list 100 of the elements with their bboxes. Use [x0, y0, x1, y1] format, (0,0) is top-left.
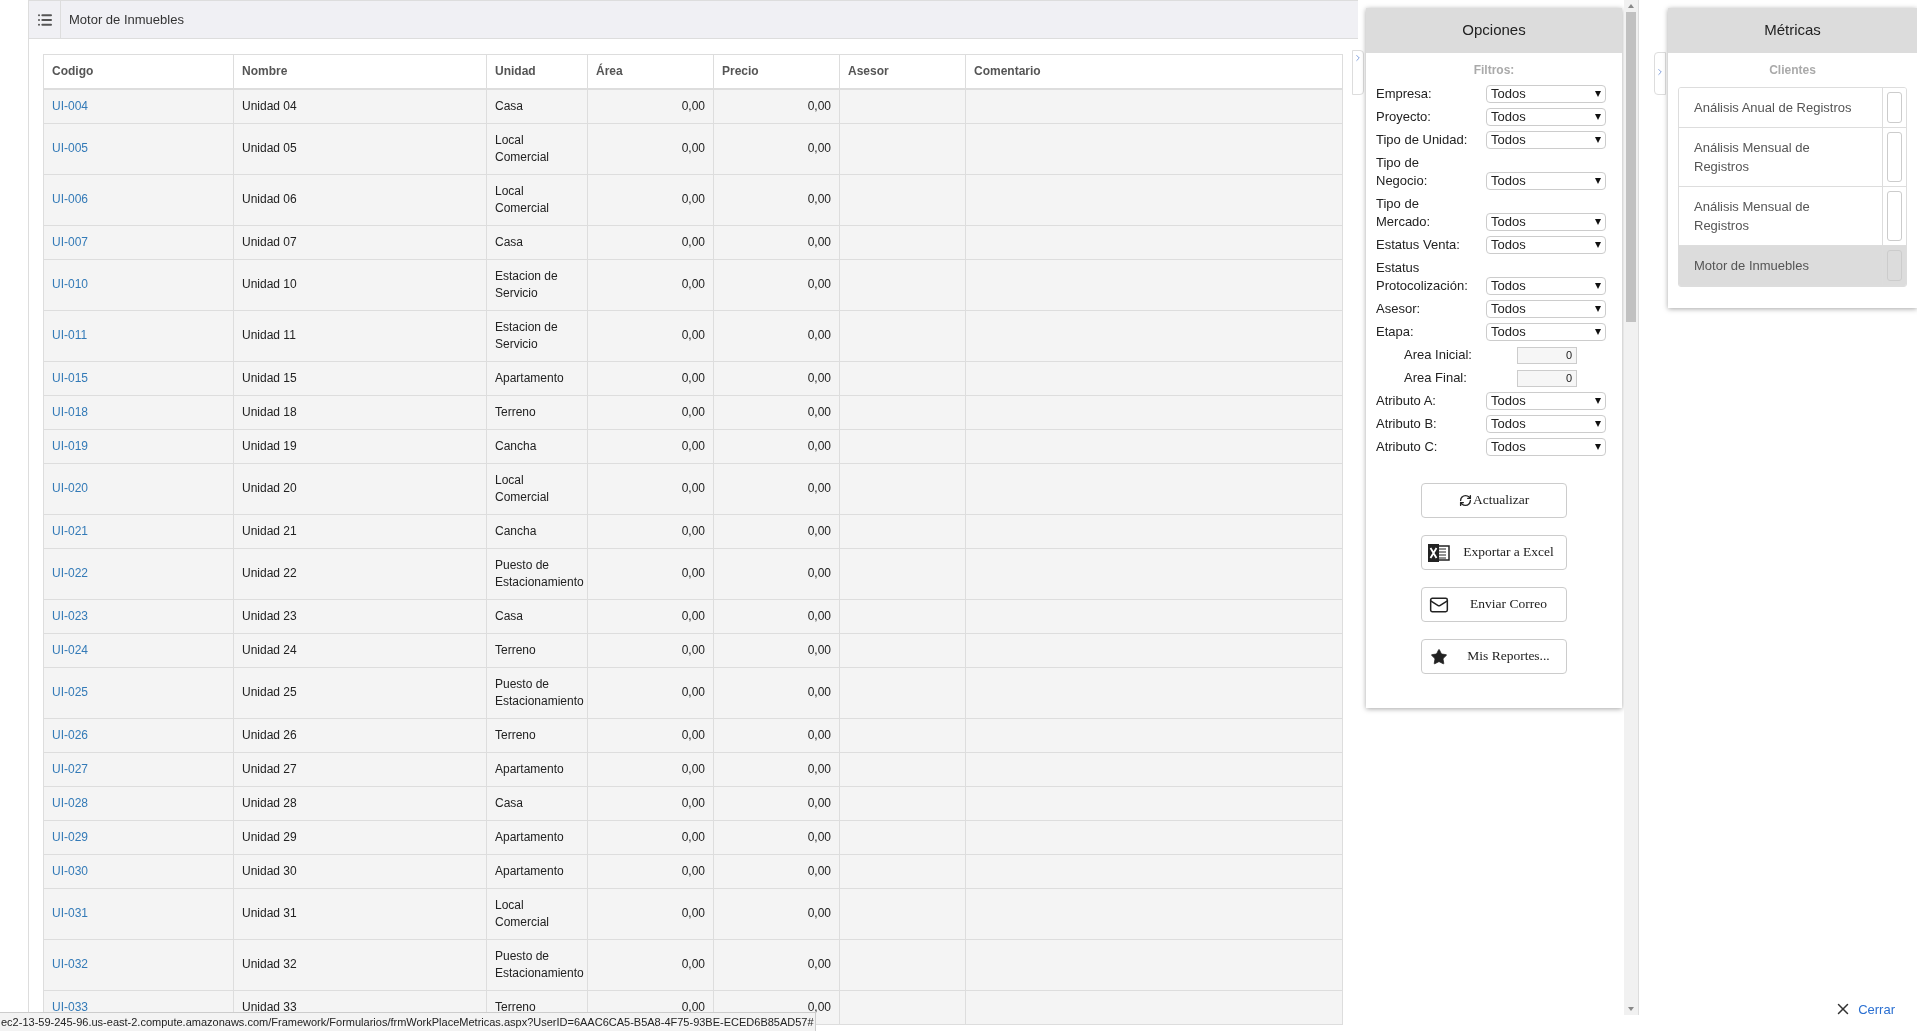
filter-label: Atributo B:: [1376, 415, 1438, 433]
code-link[interactable]: UI-006: [52, 192, 89, 206]
column-header[interactable]: Unidad: [486, 54, 588, 89]
table-cell: Unidad 18: [233, 395, 487, 429]
code-link[interactable]: UI-019: [52, 438, 89, 453]
code-link[interactable]: UI-011: [52, 328, 88, 342]
table-cell: 0,00: [713, 599, 840, 633]
table-cell: 0,00: [713, 718, 840, 752]
table-cell: 0,00: [587, 939, 714, 990]
table-cell: 0,00: [587, 718, 714, 752]
column-header[interactable]: Asesor: [839, 54, 966, 89]
code-link[interactable]: UI-025: [52, 685, 89, 699]
code-link[interactable]: UI-033: [52, 999, 89, 1014]
collapse-tab[interactable]: [1654, 52, 1666, 95]
table-cell: 0,00: [713, 310, 840, 361]
table-cell: 0,00: [713, 429, 840, 463]
chevron-right-icon: [1655, 67, 1665, 77]
code-link[interactable]: UI-031: [52, 906, 89, 920]
menu-icon[interactable]: [36, 11, 53, 28]
code-link[interactable]: UI-020: [52, 481, 89, 495]
scroll-up-arrow-icon[interactable]: [1628, 4, 1634, 8]
filter-dropdown[interactable]: Todos: [1486, 438, 1606, 456]
filter-dropdown[interactable]: Todos: [1486, 131, 1606, 149]
column-header[interactable]: Codigo: [43, 54, 234, 89]
table-cell: 0,00: [587, 752, 714, 786]
filter-dropdown[interactable]: Todos: [1486, 415, 1606, 433]
code-link[interactable]: UI-023: [52, 608, 89, 623]
report-item[interactable]: Motor de Inmuebles: [1679, 246, 1906, 286]
code-link[interactable]: UI-029: [52, 829, 89, 844]
code-link[interactable]: UI-030: [52, 863, 89, 878]
table-cell: Unidad 11: [233, 310, 487, 361]
code-link[interactable]: UI-026: [52, 727, 89, 742]
report-item[interactable]: Análisis Anual de Registros: [1679, 88, 1906, 128]
code-link[interactable]: UI-010: [52, 277, 89, 291]
column-header[interactable]: Nombre: [233, 54, 487, 89]
filter-label: Proyecto:: [1376, 108, 1432, 126]
item-checkbox[interactable]: [1887, 191, 1902, 241]
scrollbar-thumb[interactable]: [1626, 12, 1636, 322]
scroll-down-arrow-icon[interactable]: [1628, 1007, 1634, 1011]
dropdown-arrow-icon: [1595, 242, 1601, 248]
code-link[interactable]: UI-018: [52, 404, 89, 419]
filter-dropdown[interactable]: Todos: [1486, 108, 1606, 126]
code-link[interactable]: UI-027: [52, 761, 89, 776]
table-cell: 0,00: [713, 88, 840, 123]
table-cell: Unidad 06: [233, 174, 487, 225]
dropdown-arrow-icon: [1595, 137, 1601, 143]
table-cell: 0,00: [587, 514, 714, 548]
table-cell: Unidad 07: [233, 225, 487, 259]
panel-title: Opciones: [1462, 20, 1526, 41]
column-header[interactable]: Área: [587, 54, 714, 89]
scrollbar[interactable]: [1624, 0, 1638, 1015]
filter-dropdown[interactable]: Todos: [1486, 236, 1606, 254]
table-cell: 0,00: [587, 667, 714, 718]
report-item[interactable]: Análisis Mensual de Registros: [1679, 128, 1906, 187]
action-button[interactable]: Enviar Correo: [1421, 587, 1567, 622]
action-button[interactable]: Mis Reportes...: [1421, 639, 1567, 674]
code-link[interactable]: UI-032: [52, 957, 89, 971]
number-field[interactable]: 0: [1517, 346, 1577, 364]
action-button[interactable]: Exportar a Excel: [1421, 535, 1567, 570]
collapse-tab[interactable]: [1352, 50, 1364, 95]
column-header[interactable]: Comentario: [965, 54, 1343, 89]
code-link[interactable]: UI-015: [52, 370, 89, 385]
column-header[interactable]: Precio: [713, 54, 840, 89]
filter-dropdown[interactable]: Todos: [1486, 277, 1606, 295]
code-link[interactable]: UI-022: [52, 566, 89, 580]
filter-label: Atributo A:: [1376, 392, 1437, 410]
filter-label: Tipo de Unidad:: [1376, 131, 1469, 149]
table-cell: 0,00: [587, 225, 714, 259]
code-link[interactable]: UI-024: [52, 642, 89, 657]
table-cell: 0,00: [587, 174, 714, 225]
code-link[interactable]: UI-021: [52, 523, 89, 538]
number-field[interactable]: 0: [1517, 369, 1577, 387]
table-cell: 0,00: [713, 820, 840, 854]
filter-dropdown[interactable]: Todos: [1486, 85, 1606, 103]
table-cell: 0,00: [587, 88, 714, 123]
table-cell: 0,00: [587, 548, 714, 599]
table-cell: 0,00: [713, 752, 840, 786]
code-link[interactable]: UI-007: [52, 234, 89, 249]
section-label: Filtros:: [1473, 62, 1515, 79]
filter-label: Tipo de Negocio:: [1376, 154, 1429, 190]
action-button[interactable]: Actualizar: [1421, 483, 1567, 518]
table-cell: 0,00: [713, 939, 840, 990]
item-checkbox[interactable]: [1887, 92, 1902, 123]
filter-label: Area Inicial:: [1403, 346, 1473, 364]
close-button[interactable]: Cerrar: [1834, 999, 1895, 1019]
filter-dropdown[interactable]: Todos: [1486, 323, 1606, 341]
table-cell-text: Cancha: [495, 437, 538, 455]
report-item[interactable]: Análisis Mensual de Registros: [1679, 187, 1906, 246]
code-link[interactable]: UI-004: [52, 98, 89, 113]
table-cell-text: Casa: [495, 607, 524, 625]
filter-dropdown[interactable]: Todos: [1486, 392, 1606, 410]
table-cell: 0,00: [587, 123, 714, 174]
table-cell: 0,00: [713, 259, 840, 310]
item-checkbox[interactable]: [1887, 132, 1902, 182]
filter-dropdown[interactable]: Todos: [1486, 300, 1606, 318]
code-link[interactable]: UI-028: [52, 795, 89, 810]
filter-dropdown[interactable]: Todos: [1486, 213, 1606, 231]
table-cell: 0,00: [713, 395, 840, 429]
filter-dropdown[interactable]: Todos: [1486, 172, 1606, 190]
code-link[interactable]: UI-005: [52, 141, 89, 155]
